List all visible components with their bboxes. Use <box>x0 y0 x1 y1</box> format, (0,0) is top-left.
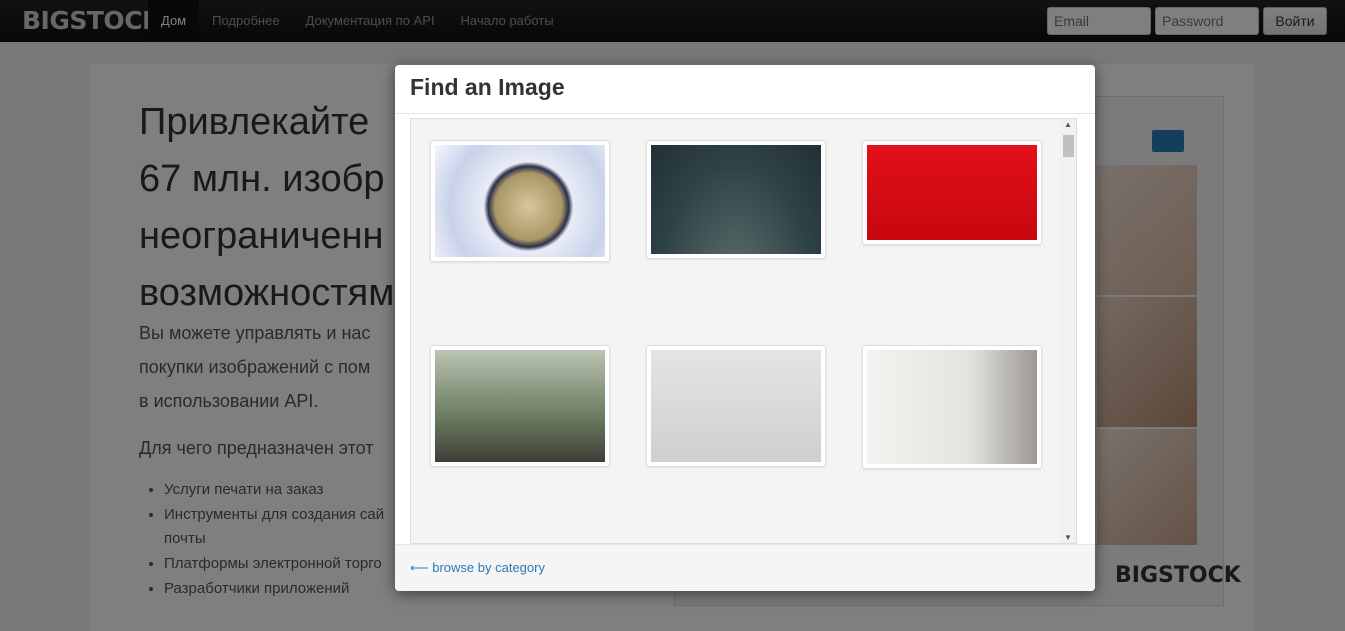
modal-footer: ⟵ browse by category <box>395 544 1095 591</box>
image-result[interactable] <box>862 345 1042 469</box>
browse-by-category-link[interactable]: ⟵ browse by category <box>410 560 545 576</box>
image-result[interactable] <box>646 345 826 467</box>
image-result[interactable] <box>862 140 1042 245</box>
image-results-pane: ▲ ▼ <box>410 118 1077 544</box>
modal-title: Find an Image <box>410 74 565 100</box>
memorial-day-image <box>435 350 605 462</box>
scrollbar-thumb[interactable] <box>1063 135 1074 157</box>
scroll-down-icon[interactable]: ▼ <box>1064 533 1072 542</box>
heart-image <box>651 145 821 254</box>
results-scrollbar[interactable]: ▲ ▼ <box>1060 119 1076 543</box>
image-result[interactable] <box>430 140 610 262</box>
image-result[interactable] <box>646 140 826 259</box>
christmas-trees-image <box>867 145 1037 240</box>
gift-tree-image <box>651 350 821 462</box>
clock-2018-image <box>435 145 605 257</box>
find-image-modal: Find an Image ▲ ▼ ⟵ browse by category <box>395 65 1095 591</box>
image-result[interactable] <box>430 345 610 467</box>
image-grid <box>411 119 1063 543</box>
scroll-up-icon[interactable]: ▲ <box>1064 120 1072 129</box>
mother-child-flowers-image <box>867 350 1037 464</box>
modal-header: Find an Image <box>395 65 1095 114</box>
